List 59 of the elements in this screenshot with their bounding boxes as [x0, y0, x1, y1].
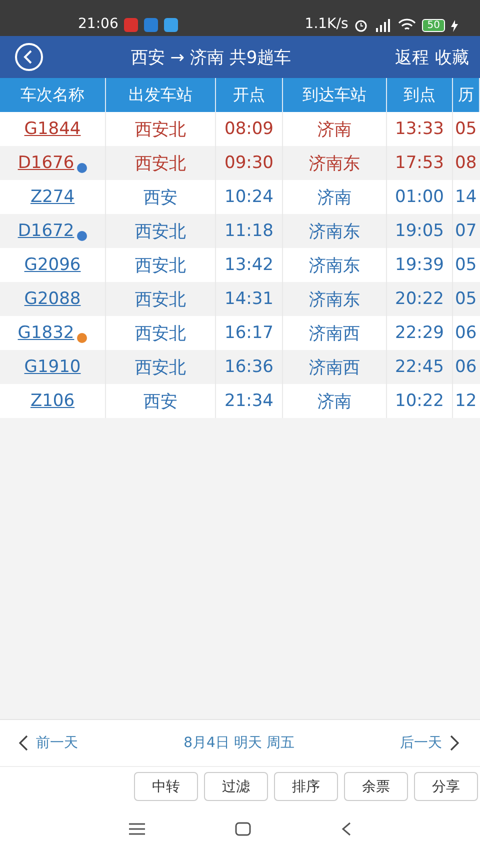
train-number-link[interactable]: D1676	[18, 153, 74, 173]
column-header: 历	[453, 78, 480, 112]
time-cell: 10:22	[387, 384, 453, 418]
time-cell: 21:34	[216, 384, 283, 418]
station-cell: 济南东	[283, 248, 387, 282]
time-cell: 10:24	[216, 180, 283, 214]
back-icon[interactable]	[14, 42, 44, 72]
action-button[interactable]: 中转	[134, 772, 198, 801]
station-cell: 济南	[283, 180, 387, 214]
signal-icon	[374, 19, 392, 32]
wifi-icon	[398, 18, 416, 32]
menu-icon[interactable]	[129, 823, 145, 835]
time-cell: 16:17	[216, 316, 283, 350]
station-cell: 西安北	[106, 248, 216, 282]
station-cell: 西安	[106, 384, 216, 418]
train-number-link[interactable]: G2088	[24, 289, 81, 309]
header-action-button[interactable]: 收藏	[432, 46, 472, 68]
action-button[interactable]: 分享	[414, 772, 478, 801]
station-cell: 济南西	[283, 316, 387, 350]
action-button[interactable]: 余票	[344, 772, 408, 801]
chevron-left-icon	[18, 735, 28, 751]
charging-icon	[451, 20, 458, 32]
station-cell: 济南	[283, 384, 387, 418]
next-day-button[interactable]: 后一天	[400, 734, 460, 752]
chevron-right-icon	[450, 735, 460, 751]
table-cell: 12	[453, 384, 480, 418]
column-header: 到达车站	[283, 78, 387, 112]
time-cell: 22:29	[387, 316, 453, 350]
network-speed: 1.1K/s	[304, 16, 348, 32]
column-header: 车次名称	[0, 78, 106, 112]
time-cell: 01:00	[387, 180, 453, 214]
action-button[interactable]: 排序	[274, 772, 338, 801]
action-button[interactable]: 过滤	[204, 772, 268, 801]
time-cell: 13:42	[216, 248, 283, 282]
column-header: 到点	[387, 78, 453, 112]
station-cell: 西安北	[106, 316, 216, 350]
station-cell: 西安	[106, 180, 216, 214]
home-icon[interactable]	[235, 822, 251, 836]
time-cell: 19:39	[387, 248, 453, 282]
route-title: 西安 → 济南 共9趟车	[130, 46, 292, 68]
clock: 21:06	[78, 16, 118, 32]
table-cell: 05	[453, 248, 480, 282]
column-header: 开点	[216, 78, 283, 112]
table-cell: 05	[453, 112, 480, 146]
previous-day-button[interactable]: 前一天	[18, 734, 78, 752]
time-cell: 13:33	[387, 112, 453, 146]
train-number-link[interactable]: D1672	[18, 221, 74, 241]
station-cell: 西安北	[106, 112, 216, 146]
back-nav-icon[interactable]	[341, 822, 351, 836]
current-date: 8月4日 明天 周五	[184, 734, 294, 752]
station-cell: 济南	[283, 112, 387, 146]
battery-level: 50	[422, 19, 445, 32]
alarm-icon	[354, 18, 368, 32]
time-cell: 08:09	[216, 112, 283, 146]
table-cell: 14	[453, 180, 480, 214]
train-number-link[interactable]: G1910	[24, 357, 81, 377]
column-header: 出发车站	[106, 78, 216, 112]
table-cell: 06	[453, 316, 480, 350]
header-action-button[interactable]: 返程	[392, 46, 432, 68]
